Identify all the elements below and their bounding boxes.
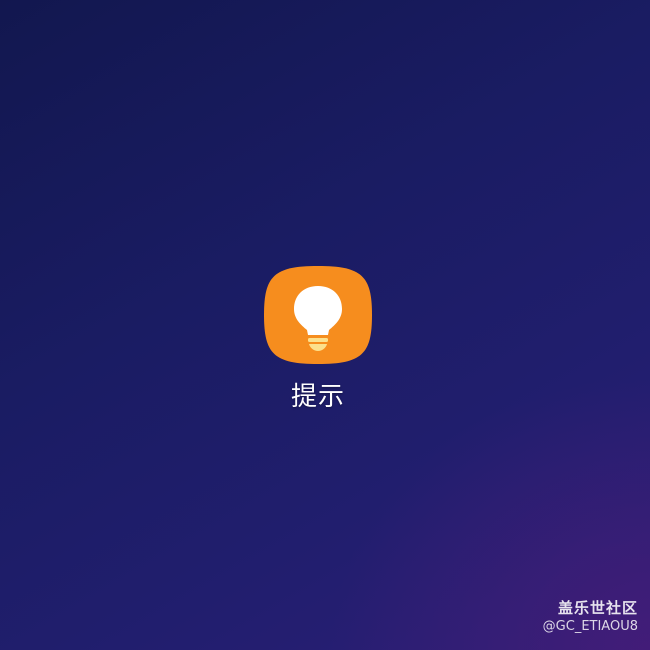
tips-app-icon[interactable]	[262, 264, 374, 366]
watermark-handle: @GC_ETIAOU8	[542, 619, 638, 634]
bulb-base-ring	[308, 338, 328, 342]
tips-app-label[interactable]: 提示	[218, 380, 418, 414]
lightbulb-icon	[264, 266, 372, 364]
watermark: 盖乐世社区 @GC_ETIAOU8	[543, 598, 638, 636]
watermark-title: 盖乐世社区	[557, 599, 638, 617]
